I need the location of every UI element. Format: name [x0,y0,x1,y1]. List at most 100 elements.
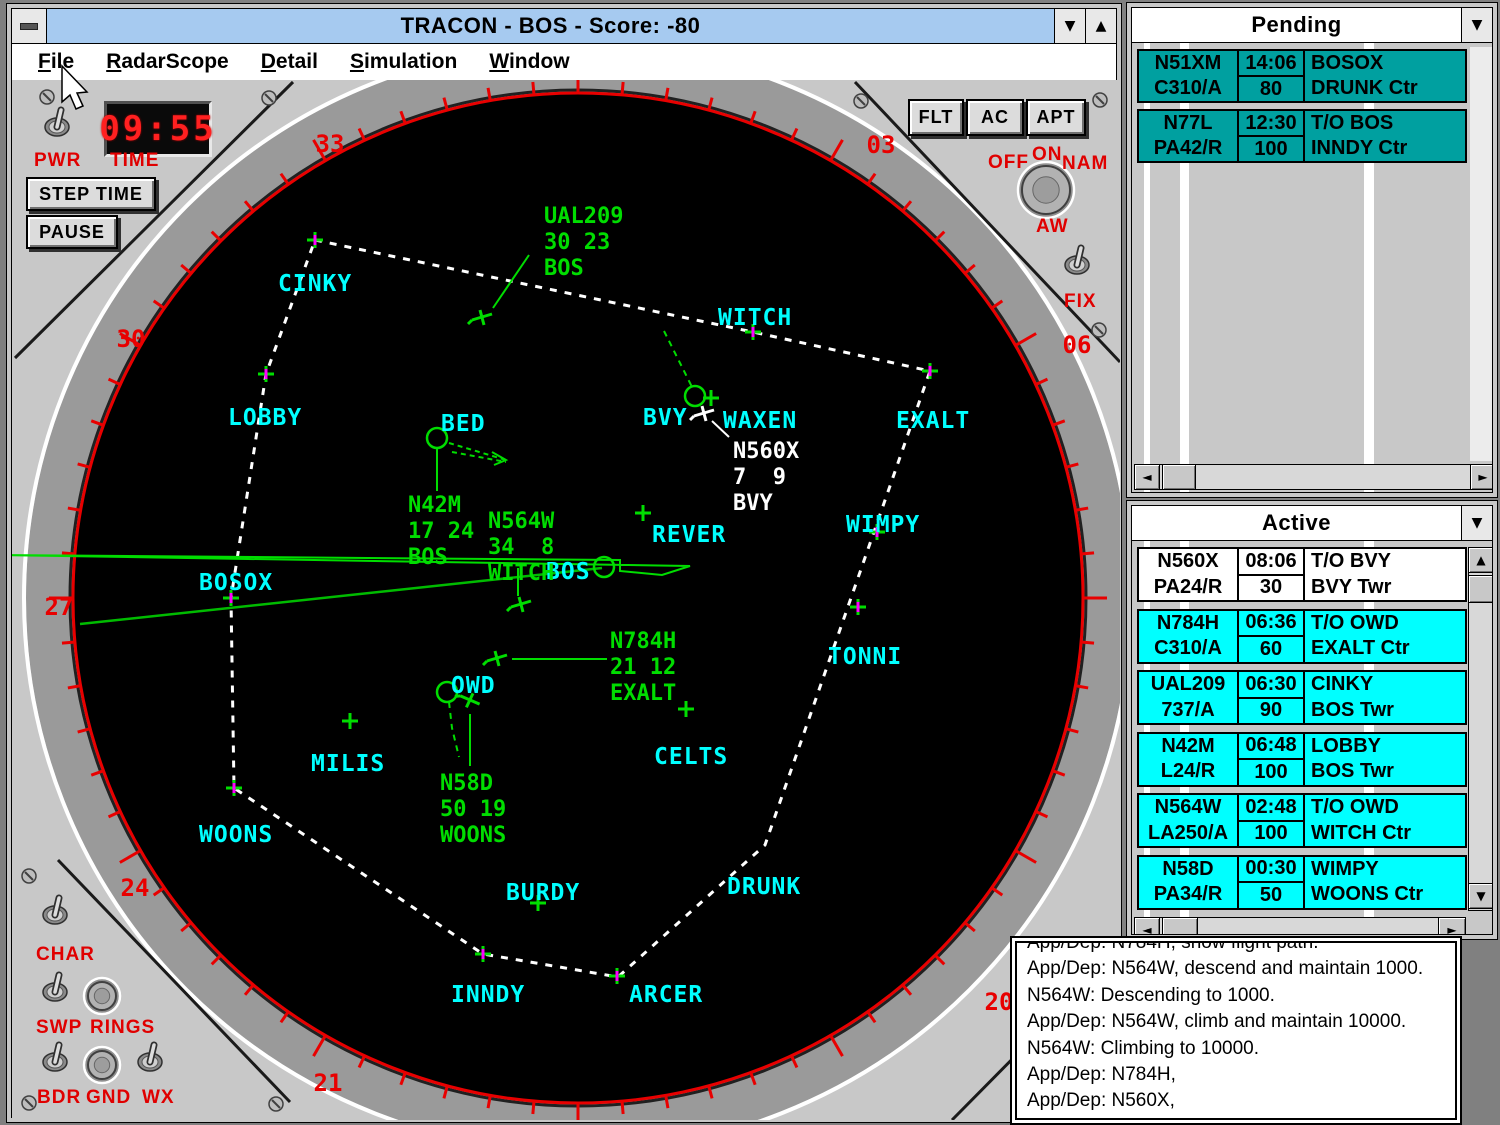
active-collapse-button[interactable]: ▼ [1461,506,1492,540]
strip-callsign[interactable]: N560XPA24/R [1137,547,1239,602]
compass-number: 27 [45,593,74,621]
pending-scroll-left[interactable]: ◄ [1134,464,1160,490]
strip-altitude[interactable]: 80 [1237,75,1305,103]
strip-route[interactable]: BOSOXDRUNK Ctr [1303,49,1467,103]
active-scroll-down[interactable]: ▼ [1468,883,1493,909]
strip-time-text: 02:48 [1245,796,1296,819]
strip-time[interactable]: 06:48 [1237,732,1305,761]
waypoint-label-bed: BED [441,411,486,437]
compass-tick [62,553,74,554]
nam-knob[interactable] [1033,177,1059,203]
waypoint-label-tonni: TONNI [828,644,902,670]
strip-altitude[interactable]: 100 [1237,135,1305,163]
strip-time-text: 06:30 [1245,673,1296,696]
compass-tick [68,508,80,510]
strip-route-text: WIMPY [1305,857,1465,882]
window-title: TRACON - BOS - Score: -80 [47,9,1054,43]
nam-off-label: OFF [988,152,1029,174]
strip-route[interactable]: WIMPYWOONS Ctr [1303,855,1467,910]
strip-callsign-text: UAL209 [1139,672,1237,697]
strip-route-text: T/O BOS [1305,111,1465,136]
compass-number: 30 [117,325,146,353]
datablock-n784h[interactable]: N784H21 12EXALT [610,629,676,706]
strip-callsign[interactable]: N77LPA42/R [1137,109,1239,163]
menu-item-radarscope[interactable]: RadarScope [106,50,229,74]
strip-route[interactable]: CINKYBOS Twr [1303,670,1467,725]
rings-knob[interactable] [94,988,109,1003]
scrollbar-thumb[interactable] [1162,917,1198,935]
strip-callsign-text: 737/A [1139,698,1237,723]
strip-callsign-text: LA250/A [1139,821,1237,846]
system-menu-button[interactable] [12,9,47,43]
strip-altitude-text: 100 [1254,138,1287,161]
menu-item-detail[interactable]: Detail [261,50,318,74]
menu-item-simulation[interactable]: Simulation [350,50,457,74]
active-scroll-right[interactable]: ► [1438,917,1466,935]
flt-button[interactable]: FLT [908,99,964,136]
strip-callsign[interactable]: UAL209737/A [1137,670,1239,725]
strip-callsign[interactable]: N58DPA34/R [1137,855,1239,910]
menu-item-file[interactable]: File [38,50,74,74]
waypoint-label-celts: CELTS [654,744,728,770]
strip-altitude[interactable]: 50 [1237,881,1305,910]
strip-time[interactable]: 06:30 [1237,670,1305,699]
strip-callsign[interactable]: N564WLA250/A [1137,793,1239,848]
menu-item-window[interactable]: Window [489,50,569,74]
log-line: App/Dep: N784H, [1027,1062,1445,1088]
strip-callsign-text: N564W [1139,795,1237,820]
strip-route[interactable]: LOBBYBOS Twr [1303,732,1467,787]
maximize-button[interactable]: ▲ [1085,9,1116,43]
strip-callsign-text: N784H [1139,611,1237,636]
strip-time[interactable]: 08:06 [1237,547,1305,576]
strip-route[interactable]: T/O BVYBVY Twr [1303,547,1467,602]
radar-scope[interactable]: 3303300627242120CINKYWITCHLOBBYBEDBVYWAX… [12,80,1120,1120]
strip-time[interactable]: 02:48 [1237,793,1305,822]
waypoint-label-witch: WITCH [718,305,792,331]
active-scroll-left[interactable]: ◄ [1134,917,1160,935]
compass-number: 03 [867,131,896,159]
strip-time[interactable]: 12:30 [1237,109,1305,137]
datablock-n564w[interactable]: N564W34 8WITCH [488,509,555,586]
active-scroll-up[interactable]: ▲ [1468,547,1493,573]
log-line: App/Dep: N560X, [1027,1088,1445,1114]
strip-altitude[interactable]: 90 [1237,697,1305,726]
scrollbar-thumb[interactable] [1162,464,1196,490]
step-time-button[interactable]: STEP TIME [26,177,156,211]
waypoint-label-exalt: EXALT [896,408,970,434]
strip-callsign-text: C310/A [1139,636,1237,661]
gnd-knob[interactable] [94,1057,109,1072]
compass-tick [62,642,74,643]
strip-altitude[interactable]: 60 [1237,635,1305,664]
compass-tick [533,82,534,94]
waypoint-label-arcer: ARCER [629,982,703,1008]
strip-time[interactable]: 14:06 [1237,49,1305,77]
time-label: TIME [110,150,159,172]
compass-tick [622,82,623,94]
scrollbar-thumb[interactable] [1468,575,1493,603]
strip-time[interactable]: 06:36 [1237,609,1305,638]
pending-collapse-button[interactable]: ▼ [1461,8,1492,42]
compass-number: 33 [316,130,345,158]
pending-scroll-right[interactable]: ► [1470,464,1493,490]
strip-callsign[interactable]: N51XMC310/A [1137,49,1239,103]
pending-title: Pending [1132,8,1461,42]
compass-tick [666,88,668,100]
strip-altitude[interactable]: 30 [1237,574,1305,603]
strip-route[interactable]: T/O BOSINNDY Ctr [1303,109,1467,163]
active-window: Active ▼ N560XPA24/R08:0630T/O BVYBVY Tw… [1126,500,1498,940]
waypoint-label-wimpy: WIMPY [846,512,920,538]
strip-time[interactable]: 00:30 [1237,855,1305,884]
strip-callsign[interactable]: N784HC310/A [1137,609,1239,664]
strip-route-text: BOS Twr [1305,698,1465,723]
strip-route[interactable]: T/O OWDWITCH Ctr [1303,793,1467,848]
pending-vscroll-track[interactable] [1470,47,1493,461]
strip-callsign[interactable]: N42ML24/R [1137,732,1239,787]
pause-button[interactable]: PAUSE [26,215,118,249]
ac-button[interactable]: AC [966,99,1024,136]
strip-altitude[interactable]: 100 [1237,758,1305,787]
strip-altitude[interactable]: 100 [1237,820,1305,849]
active-titlebar: Active ▼ [1132,506,1492,541]
apt-button[interactable]: APT [1026,99,1086,136]
strip-route[interactable]: T/O OWDEXALT Ctr [1303,609,1467,664]
minimize-button[interactable]: ▼ [1054,9,1085,43]
